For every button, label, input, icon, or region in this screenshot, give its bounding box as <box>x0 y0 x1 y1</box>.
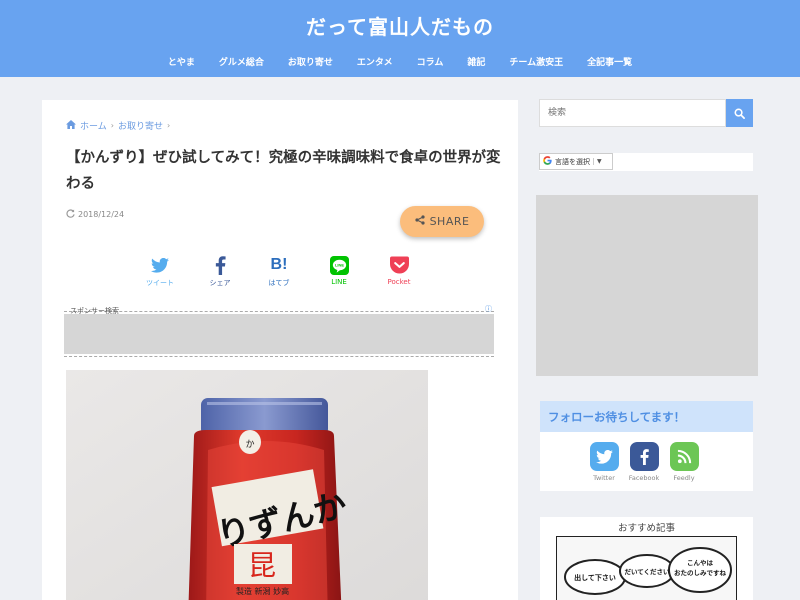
share-button[interactable]: SHARE <box>400 206 484 237</box>
nav-item-toyama[interactable]: とやま <box>156 55 207 68</box>
facebook-icon <box>200 255 240 275</box>
bubble-text-3b: おたのしみですね <box>674 568 727 577</box>
svg-text:製造 新潟 妙高: 製造 新潟 妙高 <box>236 586 289 596</box>
recommend-heading: おすすめ記事 <box>540 517 753 534</box>
date-text: 2018/12/24 <box>78 210 124 219</box>
share-icon <box>415 215 425 228</box>
nav-item-gourmet[interactable]: グルメ総合 <box>207 55 276 68</box>
recommend-thumbnail[interactable]: 出して下さい だいてください こんやは おたのしみですね <box>556 536 737 600</box>
follow-facebook-label: Facebook <box>629 474 660 482</box>
follow-twitter[interactable]: Twitter <box>584 442 624 482</box>
chevron-right-icon: › <box>111 121 114 130</box>
sponsored-ad[interactable] <box>64 314 494 354</box>
follow-facebook[interactable]: Facebook <box>624 442 664 482</box>
nav-item-entame[interactable]: エンタメ <box>345 55 405 68</box>
sns-pocket-label: Pocket <box>388 278 411 286</box>
bubble-text-3a: こんやは <box>687 558 714 567</box>
sns-pocket[interactable]: Pocket <box>379 255 419 286</box>
search-button[interactable] <box>726 99 753 127</box>
language-select[interactable]: 言語を選択 ▼ <box>539 153 613 170</box>
sns-facebook-label: シェア <box>210 279 231 287</box>
language-select-label: 言語を選択 <box>555 157 590 167</box>
follow-feedly[interactable]: Feedly <box>664 442 704 482</box>
main-nav: とやま グルメ総合 お取り寄せ エンタメ コラム 雑記 チーム激安王 全記事一覧 <box>0 55 800 68</box>
article-title: 【かんずり】ぜひ試してみて！究極の辛味調味料で食卓の世界が変わる <box>66 145 506 197</box>
sns-hatena-label: はてブ <box>269 279 290 287</box>
google-icon <box>543 156 552 167</box>
search-input[interactable] <box>539 99 726 127</box>
follow-twitter-label: Twitter <box>593 474 615 482</box>
site-header: だって富山人だもの とやま グルメ総合 お取り寄せ エンタメ コラム 雑記 チー… <box>0 0 800 77</box>
pocket-icon <box>379 255 419 275</box>
caret-down-icon: ▼ <box>593 158 602 165</box>
sidebar-search <box>539 99 753 127</box>
nav-item-otoriyose[interactable]: お取り寄せ <box>276 55 345 68</box>
sidebar-ad[interactable] <box>536 195 758 376</box>
feedly-icon <box>670 442 699 471</box>
sns-line-label: LINE <box>331 278 347 286</box>
breadcrumb: ホーム › お取り寄せ › <box>66 119 170 132</box>
nav-item-all-articles[interactable]: 全記事一覧 <box>575 55 644 68</box>
twitter-icon <box>590 442 619 471</box>
nav-item-column[interactable]: コラム <box>405 55 456 68</box>
share-label: SHARE <box>430 215 470 228</box>
follow-heading: フォローお待ちしてます！ <box>540 401 753 432</box>
site-title[interactable]: だって富山人だもの <box>0 11 800 40</box>
updated-date: 2018/12/24 <box>66 209 124 220</box>
sns-twitter[interactable]: ツイート <box>140 255 180 288</box>
ad-divider <box>64 311 494 312</box>
sns-facebook[interactable]: シェア <box>200 255 240 288</box>
sns-twitter-label: ツイート <box>146 279 174 287</box>
ad-divider <box>64 356 494 357</box>
breadcrumb-category[interactable]: お取り寄せ <box>118 119 163 132</box>
hatena-icon: B! <box>259 255 299 275</box>
translate-widget: 言語を選択 ▼ <box>539 153 753 171</box>
nav-item-zakki[interactable]: 雑記 <box>455 55 497 68</box>
facebook-icon <box>630 442 659 471</box>
article-photo: か りずんか 昆 製造 新潟 妙高 <box>66 370 428 600</box>
line-icon: LINE <box>319 255 359 275</box>
refresh-icon <box>66 209 75 220</box>
follow-widget: フォローお待ちしてます！ Twitter Facebook Feedly <box>540 401 753 491</box>
home-icon <box>66 120 76 132</box>
nav-item-team[interactable]: チーム激安王 <box>497 55 575 68</box>
search-icon <box>734 104 745 123</box>
twitter-icon <box>140 255 180 275</box>
svg-text:か: か <box>245 439 254 450</box>
article-card: ホーム › お取り寄せ › 【かんずり】ぜひ試してみて！究極の辛味調味料で食卓の… <box>42 100 518 600</box>
bubble-text-2: だいてください <box>624 568 670 576</box>
recommend-widget: おすすめ記事 出して下さい だいてください こんやは おたのしみですね <box>540 517 753 600</box>
bubble-text-1: 出して下さい <box>574 573 616 582</box>
sns-hatena[interactable]: B! はてブ <box>259 255 299 288</box>
breadcrumb-home[interactable]: ホーム <box>80 119 107 132</box>
ad-info-icon[interactable]: ⓘ <box>485 304 492 314</box>
chevron-right-icon: › <box>167 121 170 130</box>
sns-line[interactable]: LINE LINE <box>319 255 359 286</box>
svg-text:昆: 昆 <box>248 549 276 582</box>
follow-feedly-label: Feedly <box>673 474 694 482</box>
svg-text:LINE: LINE <box>334 262 343 267</box>
